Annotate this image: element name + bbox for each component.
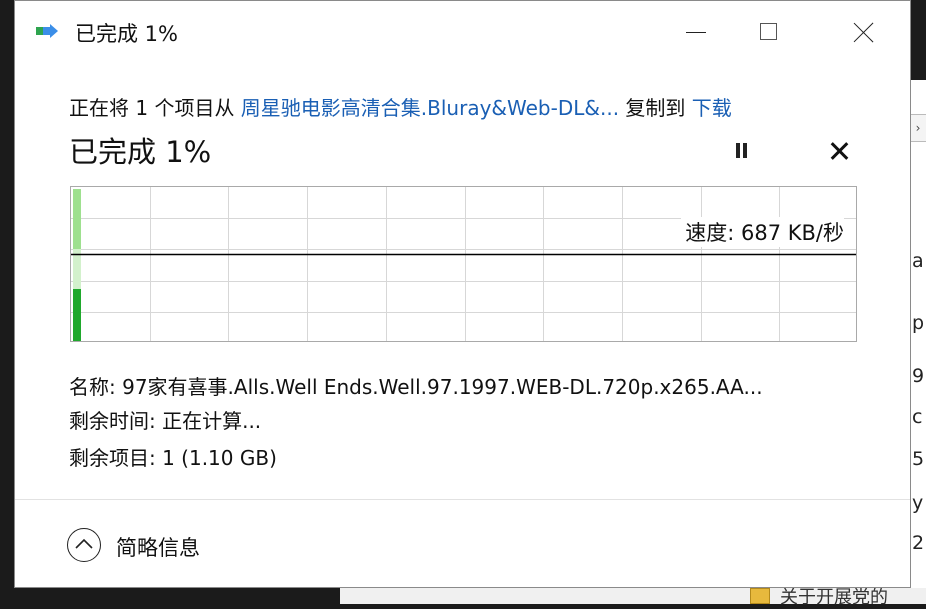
bg-fragment: c [912,406,923,428]
bg-fragment: a [912,250,924,272]
bg-fragment: 9 [912,365,925,387]
bg-fragment: 2.3 [912,532,926,554]
items-remaining-label: 剩余项目: 1 (1.10 GB) [69,446,277,470]
bg-fragment: p [912,312,925,334]
close-button[interactable] [837,9,891,55]
file-name-label: 名称: 97家有喜事.Alls.Well Ends.Well.97.1997.W… [69,375,763,399]
source-folder-link[interactable]: 周星驰电影高清合集.Bluray&Web-DL&... [241,96,619,120]
pause-button[interactable] [731,140,753,162]
copy-middle: 复制到 [619,96,692,120]
transfer-speed-graph: 速度: 687 KB/秒 [70,186,857,342]
time-remaining-label: 剩余时间: 正在计算... [69,409,262,433]
pause-icon [736,143,740,158]
progress-percent-label: 已完成 1% [69,135,212,169]
copy-prefix: 正在将 1 个项目从 [69,96,241,120]
scroll-right-button[interactable]: › [909,114,926,142]
maximize-button[interactable] [743,9,797,55]
progress-fill-speed [73,289,81,341]
speed-graph-canvas [71,187,856,341]
cancel-copy-button[interactable] [827,139,851,163]
destination-folder-link[interactable]: 下载 [692,96,732,120]
minimize-button[interactable] [670,9,724,55]
bg-fragment: 5 [912,448,925,470]
title-bar[interactable]: 已完成 1% [15,1,910,63]
chevron-up-icon [67,528,101,562]
copy-description: 正在将 1 个项目从 周星驰电影高清合集.Bluray&Web-DL&... 复… [69,92,732,121]
copy-app-icon [36,24,58,38]
bg-fragment: y [912,492,924,514]
window-title: 已完成 1% [75,22,178,46]
fewer-details-label: 简略信息 [116,536,200,560]
speed-label: 速度: 687 KB/秒 [681,217,844,247]
background-strip: 关于开展党的 [340,587,926,608]
folder-icon [750,588,770,604]
copy-progress-dialog: 已完成 1% 正在将 1 个项目从 周星驰电影高清合集.Bluray&Web-D… [14,0,911,588]
footer-divider [15,499,910,500]
